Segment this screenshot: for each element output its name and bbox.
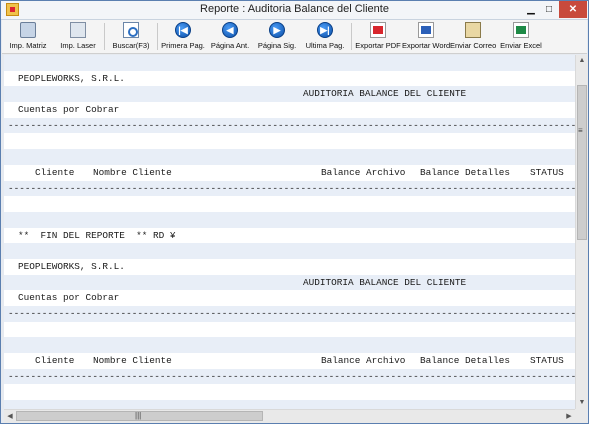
toolbar: Imp. Matriz Imp. Laser Buscar(F3) |◀ Pri… [2,20,587,54]
column-header-nombre: Nombre Cliente [93,166,172,178]
report-row: PEOPLEWORKS, S.R.L. [4,71,575,87]
horizontal-scroll-thumb[interactable]: ||| [16,411,263,421]
scroll-up-icon[interactable]: ▲ [576,55,588,67]
separator-line: ----------------------------------------… [8,119,575,131]
export-pdf-label: Exportar PDF [355,41,401,50]
first-page-label: Primera Pag. [161,41,205,50]
report-row: AUDITORIA BALANCE DEL CLIENTE [4,86,575,103]
title-bar: Reporte : Auditoria Balance del Cliente … [1,1,588,20]
imp-matriz-label: Imp. Matriz [9,41,47,50]
send-excel-button[interactable]: Enviar Excel [498,20,544,53]
word-icon [418,22,434,38]
close-button[interactable]: ✕ [559,1,587,18]
company-name: PEOPLEWORKS, S.R.L. [18,72,125,84]
report-title: AUDITORIA BALANCE DEL CLIENTE [303,88,467,100]
send-mail-button[interactable]: Enviar Correo [450,20,496,53]
column-header-cliente: Cliente [35,166,75,178]
mail-icon [465,22,481,38]
section-title: Cuentas por Cobrar [18,292,120,304]
next-page-button[interactable]: ▶ Página Sig. [254,20,300,53]
send-excel-label: Enviar Excel [500,41,542,50]
report-row: ----------------------------------------… [4,117,575,134]
toolbar-separator [157,23,158,50]
minimize-button[interactable]: ▁ [523,1,539,18]
buscar-label: Buscar(F3) [112,41,150,50]
printer-icon [20,22,36,38]
column-header-balance-detalles: Balance Detalles [420,355,511,367]
grip-icon: ||| [135,411,142,420]
separator-line: ----------------------------------------… [8,370,575,382]
scroll-left-icon[interactable]: ◀ [4,410,16,423]
export-word-button[interactable]: Exportar Word [402,20,450,53]
column-header-balance-archivo: Balance Archivo [321,355,406,367]
excel-icon [513,22,529,38]
next-page-icon: ▶ [269,22,285,38]
report-row [4,384,575,400]
report-row: Cuentas por Cobrar [4,102,575,118]
column-header-nombre: Nombre Cliente [93,355,172,367]
report-row [4,400,575,409]
report-viewer[interactable]: PEOPLEWORKS, S.R.L. AUDITORIA BALANCE DE… [4,55,575,409]
search-icon [123,22,139,38]
separator-line: ----------------------------------------… [8,308,575,319]
imp-laser-button[interactable]: Imp. Laser [55,20,101,53]
report-row [4,337,575,354]
imp-matriz-button[interactable]: Imp. Matriz [6,20,50,53]
report-row: ----------------------------------------… [4,368,575,385]
grip-icon: ≡ [578,126,583,135]
report-window: Reporte : Auditoria Balance del Cliente … [0,0,589,424]
report-row: ----------------------------------------… [4,306,575,322]
report-title: AUDITORIA BALANCE DEL CLIENTE [303,276,467,288]
column-header-status: STATUS [530,355,564,367]
report-row [4,211,575,228]
buscar-button[interactable]: Buscar(F3) [108,20,154,53]
scroll-down-icon[interactable]: ▼ [576,397,588,409]
last-page-icon: ▶| [317,22,333,38]
pdf-icon [370,22,386,38]
section-title: Cuentas por Cobrar [18,104,120,116]
report-row [4,322,575,338]
report-row [4,149,575,165]
report-row: ** FIN DEL REPORTE ** RD ¥ [4,228,575,244]
window-title: Reporte : Auditoria Balance del Cliente [200,3,389,15]
vertical-scroll-thumb[interactable] [577,85,587,240]
report-row: Cuentas por Cobrar [4,290,575,306]
last-page-label: Ultima Pag. [305,41,345,50]
previous-page-icon: ◀ [222,22,238,38]
separator-line: ----------------------------------------… [8,182,575,194]
company-name: PEOPLEWORKS, S.R.L. [18,260,125,272]
report-row [4,55,575,71]
report-row: Cliente Nombre Cliente Balance Archivo B… [4,165,575,181]
first-page-button[interactable]: |◀ Primera Pag. [160,20,206,53]
send-mail-label: Enviar Correo [450,41,497,50]
scrollbar-corner [575,409,587,423]
first-page-icon: |◀ [175,22,191,38]
export-word-label: Exportar Word [402,41,451,50]
toolbar-separator [351,23,352,50]
report-row: PEOPLEWORKS, S.R.L. [4,259,575,275]
maximize-button[interactable]: □ [541,1,557,18]
report-row [4,243,575,259]
next-page-label: Página Sig. [257,41,297,50]
report-row [4,196,575,212]
column-header-balance-detalles: Balance Detalles [420,166,511,178]
scroll-right-icon[interactable]: ▶ [563,410,575,423]
report-row: ----------------------------------------… [4,180,575,197]
horizontal-scrollbar[interactable]: ◀ ||| ▶ [4,409,575,423]
toolbar-separator [104,23,105,50]
vertical-scrollbar[interactable]: ▲ ≡ ▼ [575,55,588,409]
previous-page-button[interactable]: ◀ Página Ant. [207,20,253,53]
column-header-cliente: Cliente [35,355,75,367]
report-row [4,133,575,149]
previous-page-label: Página Ant. [210,41,250,50]
report-row: AUDITORIA BALANCE DEL CLIENTE [4,274,575,291]
column-header-balance-archivo: Balance Archivo [321,166,406,178]
imp-laser-label: Imp. Laser [60,41,96,50]
column-header-status: STATUS [530,166,564,178]
last-page-button[interactable]: ▶| Ultima Pag. [302,20,348,53]
laser-printer-icon [70,22,86,38]
end-of-report: ** FIN DEL REPORTE ** RD ¥ [18,229,176,241]
export-pdf-button[interactable]: Exportar PDF [354,20,402,53]
report-row: Cliente Nombre Cliente Balance Archivo B… [4,353,575,369]
